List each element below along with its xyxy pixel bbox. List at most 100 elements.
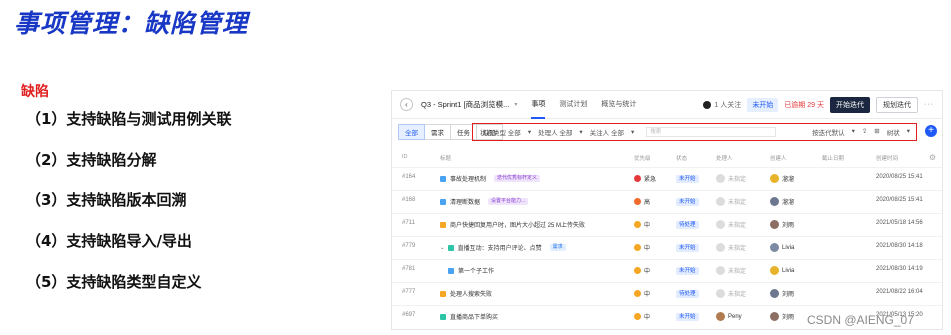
status-badge[interactable]: 未开始 — [747, 97, 779, 112]
back-icon[interactable]: ‹ — [400, 98, 413, 111]
table-row[interactable]: #777 处理人搜索失败 中 待处理 未指定 刘雨 2021/08/22 16:04 — [392, 282, 942, 303]
priority-cell[interactable]: 中 — [634, 312, 650, 321]
row-id[interactable]: #711 — [402, 220, 415, 226]
row-title[interactable]: 商户快捷回复用户时，图片大小超过 25 M上传失败 — [450, 220, 585, 229]
status-type-filter[interactable]: 状态类型 全部 — [480, 127, 521, 137]
row-title-cell: 清理断数据 设置平台能力... — [440, 197, 529, 206]
priority-cell[interactable]: 高 — [634, 197, 650, 206]
row-id[interactable]: #779 — [402, 243, 415, 249]
chevron-down-icon[interactable]: ⌄ — [440, 245, 445, 251]
tab-items[interactable]: 事项 — [531, 91, 546, 119]
avatar — [716, 289, 725, 298]
table-row[interactable]: #781 第一个子工作 中 未开始 未指定 Livia 2021/08/30 14:19 — [392, 259, 942, 280]
avatar — [770, 312, 779, 321]
row-id[interactable]: #781 — [402, 266, 415, 272]
column-header-created[interactable]: 创建时间 — [876, 154, 898, 162]
avatar — [770, 266, 779, 275]
follow-label: 1 人关注 — [714, 101, 742, 109]
column-header-id[interactable]: ID — [402, 154, 408, 160]
status-badge: 未开始 — [676, 313, 699, 321]
chevron-down-icon[interactable]: ▾ — [579, 128, 582, 136]
status-cell[interactable]: 待处理 — [676, 220, 699, 229]
status-cell[interactable]: 待处理 — [676, 289, 699, 298]
status-cell[interactable]: 未开始 — [676, 197, 699, 206]
handler-name: Peny — [728, 313, 742, 320]
row-title[interactable]: 直播商品下单购买 — [450, 312, 498, 321]
feature-item: （3）支持缺陷版本回溯 — [26, 191, 187, 210]
start-iteration-button[interactable]: 开始迭代 — [830, 96, 870, 113]
add-item-button[interactable]: + — [925, 125, 937, 137]
handler-cell[interactable]: Peny — [716, 312, 742, 321]
priority-label: 高 — [644, 200, 651, 206]
chevron-down-icon[interactable]: ▾ — [907, 127, 910, 137]
breadcrumb[interactable]: Q3 - Sprint1 [商品浏览模... — [421, 99, 509, 110]
plan-iteration-button[interactable]: 规划迭代 — [876, 96, 918, 113]
follow-button[interactable]: 1 人关注 — [703, 100, 741, 110]
row-id[interactable]: #168 — [402, 197, 415, 203]
priority-cell[interactable]: 中 — [634, 289, 650, 298]
priority-cell[interactable]: 紧急 — [634, 174, 656, 183]
priority-label: 中 — [644, 223, 651, 229]
handler-cell[interactable]: 未指定 — [716, 197, 746, 206]
chevron-down-icon[interactable]: ▾ — [852, 127, 855, 137]
row-id[interactable]: #777 — [402, 289, 415, 295]
row-title[interactable]: 处理人搜索失败 — [450, 289, 492, 298]
column-header-title[interactable]: 标题 — [440, 154, 451, 162]
column-header-status[interactable]: 状态 — [676, 154, 687, 162]
follower-filter[interactable]: 关注人 全部 — [590, 127, 624, 137]
filter-highlight-box: 状态类型 全部 ▾ 处理人 全部 ▾ 关注人 全部 ▾ 搜索 按迭代默认 ▾ ⇪… — [472, 123, 917, 141]
creator-cell: 溜溜 — [770, 197, 794, 206]
priority-cell[interactable]: 中 — [634, 220, 650, 229]
chevron-down-icon[interactable]: ▾ — [528, 128, 531, 136]
priority-cell[interactable]: 中 — [634, 243, 650, 252]
table-row[interactable]: #168 清理断数据 设置平台能力... 高 未开始 未指定 溜溜 2020/08/25 15… — [392, 190, 942, 211]
tree-view-icon[interactable]: ⊞ — [874, 127, 879, 137]
avatar — [770, 243, 779, 252]
more-icon[interactable]: ··· — [924, 101, 934, 108]
table-row[interactable]: #711 商户快捷回复用户时，图片大小超过 25 M上传失败 中 待处理 未指定 刘雨 20… — [392, 213, 942, 234]
app-screenshot: ‹ Q3 - Sprint1 [商品浏览模... ▾ 事项 测试计划 概览与统计… — [391, 90, 943, 330]
creator-name: 溜溜 — [782, 200, 795, 206]
handler-cell[interactable]: 未指定 — [716, 220, 746, 229]
status-cell[interactable]: 未开始 — [676, 312, 699, 321]
export-icon[interactable]: ⇪ — [862, 127, 867, 137]
type-filter-all[interactable]: 全部 — [398, 124, 425, 140]
handler-filter[interactable]: 处理人 全部 — [538, 127, 572, 137]
table-row[interactable]: #164 事故处理机制 迭代优秀标杆定义 紧急 未开始 未指定 溜溜 2020/08/25 1… — [392, 167, 942, 188]
handler-cell[interactable]: 未指定 — [716, 243, 746, 252]
sort-select[interactable]: 按迭代默认 — [812, 127, 845, 137]
item-type-icon — [448, 267, 454, 274]
avatar — [716, 197, 725, 206]
table-row[interactable]: #779 ⌄ 直播互动：支持用户评论、点赞 需求 中 未开始 未指定 Livia 2021/08… — [392, 236, 942, 257]
row-title-cell: 商户快捷回复用户时，图片大小超过 25 M上传失败 — [440, 220, 585, 229]
handler-name: 未指定 — [728, 292, 747, 298]
row-title[interactable]: 清理断数据 — [450, 197, 480, 206]
search-input[interactable]: 搜索 — [646, 127, 777, 137]
tab-test-plan[interactable]: 测试计划 — [559, 91, 587, 119]
handler-cell[interactable]: 未指定 — [716, 174, 746, 183]
handler-cell[interactable]: 未指定 — [716, 289, 746, 298]
chevron-down-icon[interactable]: ▾ — [514, 101, 517, 108]
column-header-creator[interactable]: 创建人 — [770, 154, 787, 162]
column-header-due-date[interactable]: 截止日期 — [822, 154, 844, 162]
priority-cell[interactable]: 中 — [634, 266, 650, 275]
status-cell[interactable]: 未开始 — [676, 243, 699, 252]
avatar — [770, 220, 779, 229]
gear-icon[interactable]: ⚙ — [929, 153, 936, 162]
row-title[interactable]: 直播互动：支持用户评论、点赞 — [458, 243, 542, 252]
chevron-down-icon[interactable]: ▾ — [631, 128, 634, 136]
column-header-priority[interactable]: 优先级 — [634, 154, 651, 162]
row-title[interactable]: 第一个子工作 — [458, 266, 494, 275]
type-filter-requirement[interactable]: 需求 — [425, 124, 451, 140]
row-id[interactable]: #164 — [402, 174, 415, 180]
handler-cell[interactable]: 未指定 — [716, 266, 746, 275]
tree-view-toggle[interactable]: 树状 — [887, 127, 900, 137]
column-header-handler[interactable]: 处理人 — [716, 154, 733, 162]
status-cell[interactable]: 未开始 — [676, 266, 699, 275]
status-cell[interactable]: 未开始 — [676, 174, 699, 183]
row-title[interactable]: 事故处理机制 — [450, 174, 486, 183]
row-id[interactable]: #697 — [402, 312, 415, 318]
avatar — [770, 174, 779, 183]
tab-overview[interactable]: 概览与统计 — [601, 91, 636, 119]
priority-dot-icon — [634, 313, 641, 320]
